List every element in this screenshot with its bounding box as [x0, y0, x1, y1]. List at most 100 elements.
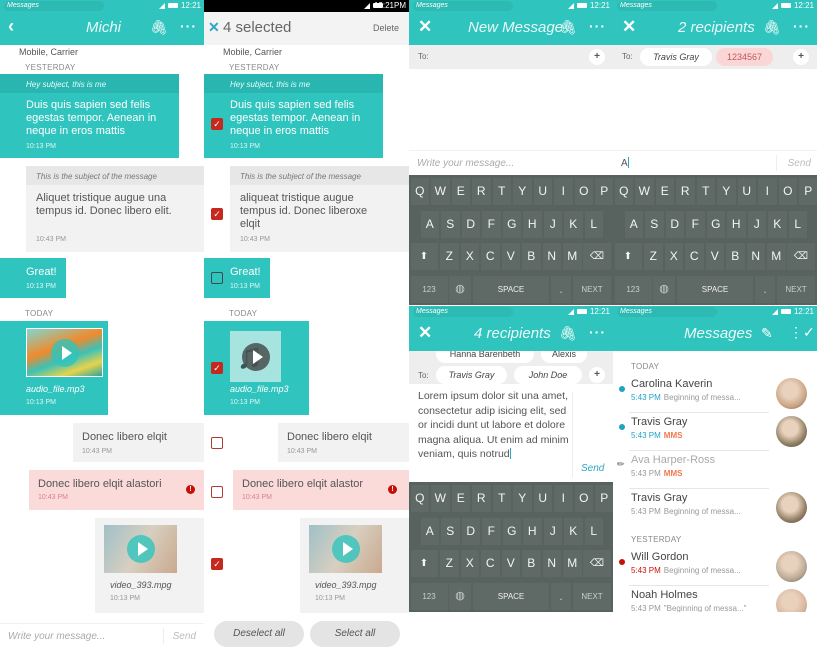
video-message[interactable]: video_393.mpg 10:13 PM [300, 518, 409, 613]
paperclip-icon[interactable]: 🖇 [559, 325, 577, 342]
key-p[interactable]: P [595, 485, 613, 512]
more-icon[interactable]: ··· [589, 324, 606, 340]
video-thumbnail[interactable] [104, 525, 177, 573]
message-input[interactable]: A [621, 157, 629, 169]
message-bubble[interactable]: Hey subject, this is me Duis quis sapien… [0, 74, 179, 158]
key-i[interactable]: I [554, 178, 573, 205]
key-q[interactable]: Q [614, 178, 633, 205]
avatar[interactable] [776, 589, 807, 612]
close-icon[interactable]: ✕ [622, 17, 636, 37]
close-icon[interactable]: ✕ [418, 323, 432, 343]
key-y[interactable]: Y [513, 485, 532, 512]
key-n[interactable]: N [542, 243, 561, 270]
next-key[interactable]: NEXT [573, 275, 611, 303]
close-icon[interactable]: ✕ [418, 17, 432, 37]
key-e[interactable]: E [451, 178, 470, 205]
add-recipient-button[interactable]: + [589, 367, 605, 383]
key-d[interactable]: D [461, 517, 480, 545]
delete-button[interactable]: Delete [373, 23, 399, 33]
key-j[interactable]: J [543, 210, 562, 238]
numbers-key[interactable]: 123 [410, 275, 448, 303]
key-f[interactable]: F [686, 210, 705, 238]
shift-key[interactable]: ⬆ [614, 243, 642, 270]
key-y[interactable]: Y [717, 178, 736, 205]
globe-key[interactable]: ◍ [449, 582, 471, 610]
key-l[interactable]: L [584, 210, 603, 238]
key-m[interactable]: M [563, 243, 582, 270]
back-icon[interactable]: ‹ [8, 16, 14, 37]
key-j[interactable]: J [543, 517, 562, 545]
checkbox-unchecked[interactable] [211, 437, 223, 449]
failed-message-bubble[interactable]: Donec libero elqit alastori 10:43 PM ! [29, 470, 204, 510]
list-item[interactable]: Ava Harper-Ross 5:43 PM MMS ✏ [613, 451, 817, 489]
key-b[interactable]: B [726, 243, 745, 270]
list-item[interactable]: Travis Gray 5:43 PM MMS [613, 413, 817, 451]
space-key[interactable]: SPACE [677, 275, 753, 303]
key-c[interactable]: C [685, 243, 704, 270]
key-l[interactable]: L [788, 210, 807, 238]
globe-key[interactable]: ◍ [449, 275, 471, 303]
key-u[interactable]: U [533, 485, 552, 512]
key-d[interactable]: D [665, 210, 684, 238]
checkbox-checked[interactable]: ✓ [211, 118, 223, 130]
list-item[interactable]: Noah Holmes 5:43 PM "Beginning of messa...… [613, 586, 817, 612]
more-icon[interactable]: ··· [589, 18, 606, 34]
failed-message-bubble[interactable]: Donec libero elqit alastor 10:43 PM ! [233, 470, 409, 510]
numbers-key[interactable]: 123 [410, 582, 448, 610]
message-bubble[interactable]: This is the subject of the message Aliqu… [26, 166, 204, 252]
key-a[interactable]: A [624, 210, 643, 238]
key-z[interactable]: Z [440, 550, 459, 577]
key-v[interactable]: V [501, 550, 520, 577]
key-i[interactable]: I [554, 485, 573, 512]
key-s[interactable]: S [441, 210, 460, 238]
key-f[interactable]: F [482, 210, 501, 238]
key-c[interactable]: C [481, 550, 500, 577]
key-g[interactable]: G [502, 210, 521, 238]
key-a[interactable]: A [420, 517, 439, 545]
recipient-chip[interactable]: Travis Gray [436, 366, 507, 384]
key-o[interactable]: O [778, 178, 797, 205]
play-icon[interactable] [241, 342, 270, 371]
key-n[interactable]: N [746, 243, 765, 270]
key-v[interactable]: V [705, 243, 724, 270]
key-t[interactable]: T [696, 178, 715, 205]
video-message[interactable]: video_393.mpg 10:13 PM [95, 518, 204, 613]
key-m[interactable]: M [767, 243, 786, 270]
key-b[interactable]: B [522, 243, 541, 270]
recipient-bar[interactable]: To: Travis Gray 1234567 + [613, 45, 817, 69]
recipient-chip[interactable]: John Doe [514, 366, 582, 384]
key-x[interactable]: X [664, 243, 683, 270]
message-bubble[interactable]: Hey subject, this is me Duis quis sapien… [204, 74, 383, 158]
period-key[interactable]: . [755, 275, 775, 303]
key-u[interactable]: U [737, 178, 756, 205]
key-e[interactable]: E [451, 485, 470, 512]
shift-key[interactable]: ⬆ [410, 243, 438, 270]
key-z[interactable]: Z [644, 243, 663, 270]
key-p[interactable]: P [799, 178, 817, 205]
checkbox-checked[interactable]: ✓ [211, 208, 223, 220]
close-icon[interactable]: ✕ [208, 19, 220, 36]
key-g[interactable]: G [706, 210, 725, 238]
period-key[interactable]: . [551, 275, 571, 303]
key-l[interactable]: L [584, 517, 603, 545]
key-d[interactable]: D [461, 210, 480, 238]
key-c[interactable]: C [481, 243, 500, 270]
error-icon[interactable]: ! [388, 485, 397, 494]
key-y[interactable]: Y [513, 178, 532, 205]
message-input[interactable]: Write your message... [8, 631, 105, 642]
key-k[interactable]: K [768, 210, 787, 238]
list-item[interactable]: Carolina Kaverin 5:43 PM Beginning of mess… [613, 375, 817, 413]
key-w[interactable]: W [431, 178, 450, 205]
audio-thumbnail[interactable]: ♫ [230, 331, 281, 382]
key-r[interactable]: R [472, 178, 491, 205]
key-o[interactable]: O [574, 485, 593, 512]
message-input[interactable]: Write your message... [417, 158, 514, 169]
space-key[interactable]: SPACE [473, 275, 549, 303]
key-z[interactable]: Z [440, 243, 459, 270]
paperclip-icon[interactable]: 🖇 [763, 19, 781, 36]
next-key[interactable]: NEXT [777, 275, 815, 303]
more-icon[interactable]: ··· [180, 18, 197, 34]
recipient-chip[interactable]: Travis Gray [640, 48, 712, 66]
list-item[interactable]: Travis Gray 5:43 PM Beginning of messa... [613, 489, 817, 527]
play-icon[interactable] [50, 338, 79, 367]
